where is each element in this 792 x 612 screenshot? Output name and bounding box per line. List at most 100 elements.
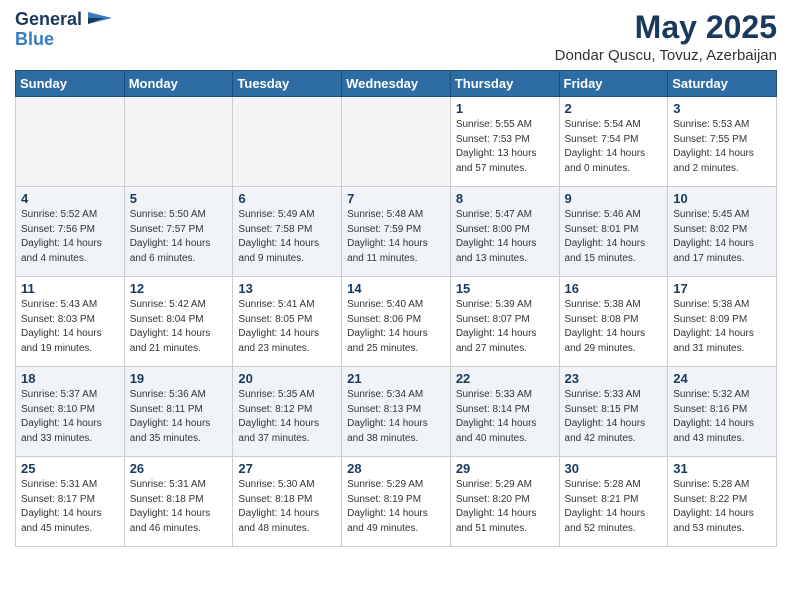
week-row-2: 4 Sunrise: 5:52 AMSunset: 7:56 PMDaylight… (16, 187, 777, 277)
week-row-3: 11 Sunrise: 5:43 AMSunset: 8:03 PMDayligh… (16, 277, 777, 367)
cell-info: Sunrise: 5:54 AMSunset: 7:54 PMDaylight:… (565, 118, 663, 176)
calendar-title: May 2025 (555, 10, 777, 45)
cell-info: Sunrise: 5:30 AMSunset: 8:18 PMDaylight:… (238, 478, 336, 536)
cal-cell: 13 Sunrise: 5:41 AMSunset: 8:05 PMDayligh… (233, 277, 342, 367)
day-number: 9 (565, 191, 663, 206)
cal-cell: 16Sunrise: 5:38 AMSunset: 8:08 PMDayligh… (559, 277, 668, 367)
title-block: May 2025 Dondar Quscu, Tovuz, Azerbaijan (555, 10, 777, 64)
day-number: 31 (673, 461, 771, 476)
day-number: 10 (673, 191, 771, 206)
cell-info: Sunrise: 5:28 AMSunset: 8:21 PMDaylight:… (565, 478, 663, 536)
cell-info: Sunrise: 5:42 AMSunset: 8:04 PMDaylight:… (130, 298, 228, 356)
day-header-saturday: Saturday (668, 71, 777, 97)
day-header-tuesday: Tuesday (233, 71, 342, 97)
day-number: 7 (347, 191, 445, 206)
cell-info: Sunrise: 5:52 AMSunset: 7:56 PMDaylight:… (21, 208, 119, 266)
day-number: 27 (238, 461, 336, 476)
cell-info: Sunrise: 5:55 AMSunset: 7:53 PMDaylight:… (456, 118, 554, 176)
cell-info: Sunrise: 5:36 AMSunset: 8:11 PMDaylight:… (130, 388, 228, 446)
cal-cell: 4 Sunrise: 5:52 AMSunset: 7:56 PMDaylight… (16, 187, 125, 277)
cal-cell: 25 Sunrise: 5:31 AMSunset: 8:17 PMDayligh… (16, 457, 125, 547)
day-header-wednesday: Wednesday (342, 71, 451, 97)
cal-cell (124, 97, 233, 187)
cal-cell: 15 Sunrise: 5:39 AMSunset: 8:07 PMDayligh… (450, 277, 559, 367)
cell-info: Sunrise: 5:46 AMSunset: 8:01 PMDaylight:… (565, 208, 663, 266)
cell-info: Sunrise: 5:33 AMSunset: 8:14 PMDaylight:… (456, 388, 554, 446)
cal-cell: 23 Sunrise: 5:33 AMSunset: 8:15 PMDayligh… (559, 367, 668, 457)
day-number: 13 (238, 281, 336, 296)
logo-general-text: General (15, 10, 82, 30)
cal-cell: 5 Sunrise: 5:50 AMSunset: 7:57 PMDaylight… (124, 187, 233, 277)
cell-info: Sunrise: 5:33 AMSunset: 8:15 PMDaylight:… (565, 388, 663, 446)
page: General Blue May 2025 Dondar Quscu, Tovu… (0, 0, 792, 562)
logo: General Blue (15, 10, 112, 50)
cell-info: Sunrise: 5:47 AMSunset: 8:00 PMDaylight:… (456, 208, 554, 266)
header: General Blue May 2025 Dondar Quscu, Tovu… (15, 10, 777, 64)
cal-cell: 24Sunrise: 5:32 AMSunset: 8:16 PMDayligh… (668, 367, 777, 457)
week-row-4: 18Sunrise: 5:37 AMSunset: 8:10 PMDayligh… (16, 367, 777, 457)
cell-info: Sunrise: 5:38 AMSunset: 8:08 PMDaylight:… (565, 298, 663, 356)
day-number: 21 (347, 371, 445, 386)
cell-info: Sunrise: 5:45 AMSunset: 8:02 PMDaylight:… (673, 208, 771, 266)
cell-info: Sunrise: 5:38 AMSunset: 8:09 PMDaylight:… (673, 298, 771, 356)
day-number: 28 (347, 461, 445, 476)
cell-info: Sunrise: 5:28 AMSunset: 8:22 PMDaylight:… (673, 478, 771, 536)
day-number: 15 (456, 281, 554, 296)
cal-cell (342, 97, 451, 187)
cal-cell (233, 97, 342, 187)
day-number: 23 (565, 371, 663, 386)
cal-cell: 28 Sunrise: 5:29 AMSunset: 8:19 PMDayligh… (342, 457, 451, 547)
day-number: 24 (673, 371, 771, 386)
week-row-5: 25 Sunrise: 5:31 AMSunset: 8:17 PMDayligh… (16, 457, 777, 547)
calendar-subtitle: Dondar Quscu, Tovuz, Azerbaijan (555, 47, 777, 64)
logo-flag-icon (84, 10, 112, 30)
cell-info: Sunrise: 5:34 AMSunset: 8:13 PMDaylight:… (347, 388, 445, 446)
cell-info: Sunrise: 5:53 AMSunset: 7:55 PMDaylight:… (673, 118, 771, 176)
cal-cell: 9 Sunrise: 5:46 AMSunset: 8:01 PMDaylight… (559, 187, 668, 277)
day-number: 22 (456, 371, 554, 386)
day-number: 5 (130, 191, 228, 206)
day-number: 29 (456, 461, 554, 476)
day-number: 3 (673, 101, 771, 116)
day-number: 25 (21, 461, 119, 476)
cell-info: Sunrise: 5:29 AMSunset: 8:19 PMDaylight:… (347, 478, 445, 536)
cal-cell: 18Sunrise: 5:37 AMSunset: 8:10 PMDayligh… (16, 367, 125, 457)
day-number: 4 (21, 191, 119, 206)
cell-info: Sunrise: 5:40 AMSunset: 8:06 PMDaylight:… (347, 298, 445, 356)
cal-cell: 8 Sunrise: 5:47 AMSunset: 8:00 PMDaylight… (450, 187, 559, 277)
cal-cell: 27 Sunrise: 5:30 AMSunset: 8:18 PMDayligh… (233, 457, 342, 547)
cell-info: Sunrise: 5:49 AMSunset: 7:58 PMDaylight:… (238, 208, 336, 266)
day-number: 11 (21, 281, 119, 296)
cal-cell: 19 Sunrise: 5:36 AMSunset: 8:11 PMDayligh… (124, 367, 233, 457)
cal-cell: 6 Sunrise: 5:49 AMSunset: 7:58 PMDaylight… (233, 187, 342, 277)
cell-info: Sunrise: 5:43 AMSunset: 8:03 PMDaylight:… (21, 298, 119, 356)
header-row: SundayMondayTuesdayWednesdayThursdayFrid… (16, 71, 777, 97)
cell-info: Sunrise: 5:50 AMSunset: 7:57 PMDaylight:… (130, 208, 228, 266)
cal-cell: 22 Sunrise: 5:33 AMSunset: 8:14 PMDayligh… (450, 367, 559, 457)
cal-cell: 26Sunrise: 5:31 AMSunset: 8:18 PMDayligh… (124, 457, 233, 547)
day-number: 8 (456, 191, 554, 206)
cell-info: Sunrise: 5:48 AMSunset: 7:59 PMDaylight:… (347, 208, 445, 266)
cal-cell: 31 Sunrise: 5:28 AMSunset: 8:22 PMDayligh… (668, 457, 777, 547)
cal-cell: 20Sunrise: 5:35 AMSunset: 8:12 PMDayligh… (233, 367, 342, 457)
cell-info: Sunrise: 5:41 AMSunset: 8:05 PMDaylight:… (238, 298, 336, 356)
day-number: 19 (130, 371, 228, 386)
cal-cell: 14Sunrise: 5:40 AMSunset: 8:06 PMDayligh… (342, 277, 451, 367)
calendar-table: SundayMondayTuesdayWednesdayThursdayFrid… (15, 70, 777, 547)
cal-cell: 12Sunrise: 5:42 AMSunset: 8:04 PMDayligh… (124, 277, 233, 367)
day-header-friday: Friday (559, 71, 668, 97)
cal-cell: 21 Sunrise: 5:34 AMSunset: 8:13 PMDayligh… (342, 367, 451, 457)
cell-info: Sunrise: 5:39 AMSunset: 8:07 PMDaylight:… (456, 298, 554, 356)
week-row-1: 1Sunrise: 5:55 AMSunset: 7:53 PMDaylight… (16, 97, 777, 187)
day-header-thursday: Thursday (450, 71, 559, 97)
cal-cell: 30 Sunrise: 5:28 AMSunset: 8:21 PMDayligh… (559, 457, 668, 547)
cell-info: Sunrise: 5:31 AMSunset: 8:17 PMDaylight:… (21, 478, 119, 536)
day-header-sunday: Sunday (16, 71, 125, 97)
cal-cell (16, 97, 125, 187)
cell-info: Sunrise: 5:35 AMSunset: 8:12 PMDaylight:… (238, 388, 336, 446)
day-number: 30 (565, 461, 663, 476)
cell-info: Sunrise: 5:37 AMSunset: 8:10 PMDaylight:… (21, 388, 119, 446)
logo-blue-text: Blue (15, 30, 54, 50)
cal-cell: 2Sunrise: 5:54 AMSunset: 7:54 PMDaylight… (559, 97, 668, 187)
day-number: 6 (238, 191, 336, 206)
